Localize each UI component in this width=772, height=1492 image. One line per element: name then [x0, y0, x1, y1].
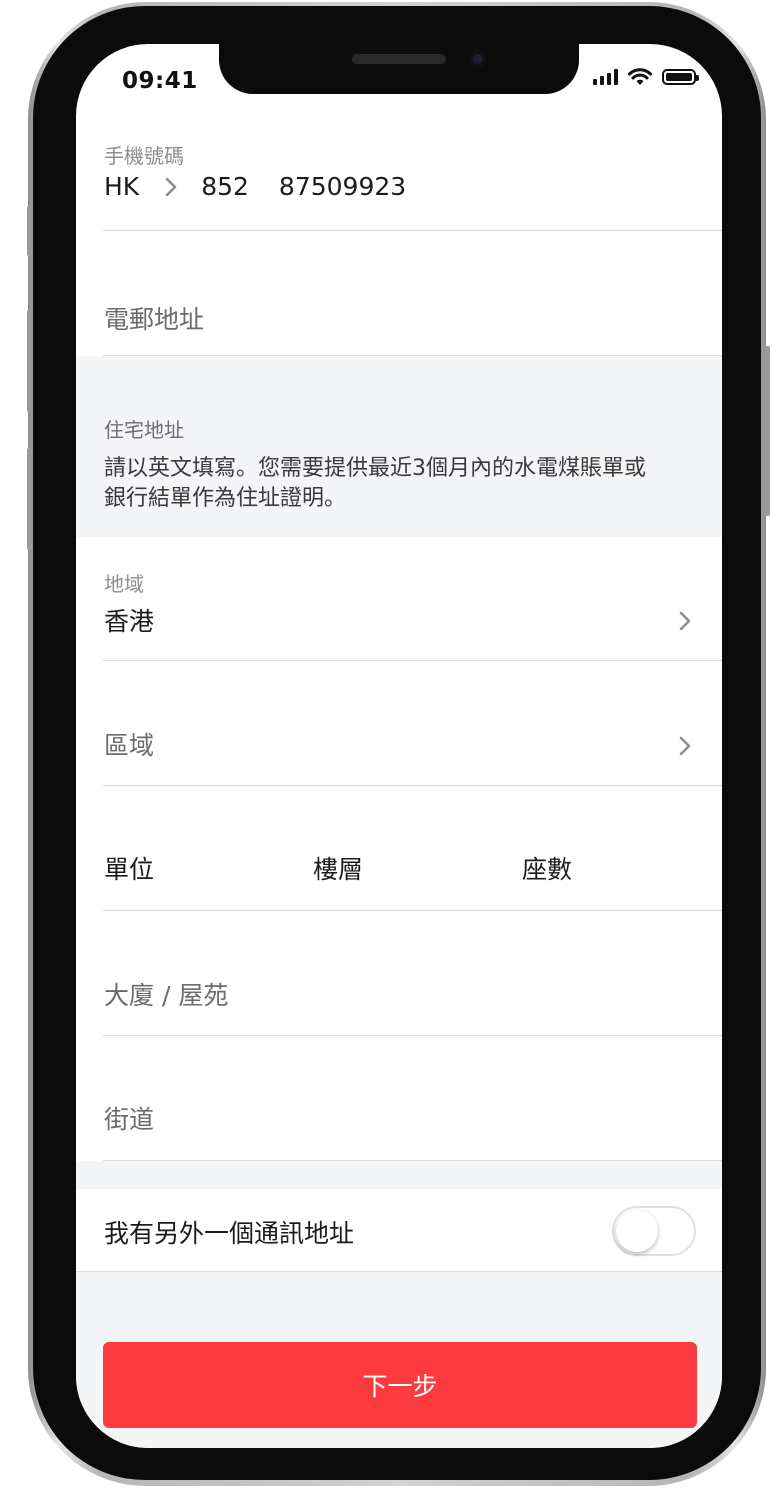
divider [103, 910, 722, 911]
country-code[interactable]: HK [104, 172, 139, 201]
address-note: 請以英文填寫。您需要提供最近3個月內的水電煤賬單或 銀行結單作為住址證明。 [104, 454, 646, 514]
volume-down-button [27, 448, 33, 550]
status-time: 09:41 [122, 68, 198, 94]
signal-icon [593, 69, 618, 85]
divider [103, 230, 722, 231]
next-button[interactable]: 下一步 [103, 1342, 697, 1428]
mute-switch [27, 206, 33, 256]
region-label: 地域 [104, 572, 144, 596]
section-spacer [76, 1161, 722, 1189]
phone-number-value[interactable]: 87509923 [279, 172, 406, 201]
chevron-right-icon[interactable] [676, 735, 694, 757]
divider [103, 785, 722, 786]
street-field[interactable]: 街道 [104, 1100, 154, 1136]
wifi-icon [628, 68, 652, 85]
address-note-line-2: 銀行結單作為住址證明。 [104, 486, 347, 511]
chevron-right-icon[interactable] [676, 610, 694, 632]
block-field[interactable]: 座數 [522, 850, 572, 886]
address-section-title: 住宅地址 [104, 418, 184, 442]
notch [219, 44, 579, 94]
speaker [352, 54, 446, 64]
screen: 手機號碼 HK 852 87509923 電郵地址 住宅地址 請以英文填寫。您需… [76, 44, 722, 1448]
chevron-right-icon [165, 177, 177, 196]
phone-number-row[interactable]: HK 852 87509923 [104, 172, 406, 201]
mailing-address-toggle[interactable] [612, 1206, 696, 1256]
address-note-line-1: 請以英文填寫。您需要提供最近3個月內的水電煤賬單或 [104, 456, 646, 481]
divider [103, 660, 722, 661]
address-section-header: 住宅地址 請以英文填寫。您需要提供最近3個月內的水電煤賬單或 銀行結單作為住址證… [76, 356, 722, 537]
district-field[interactable]: 區域 [104, 726, 154, 762]
battery-icon [662, 69, 699, 85]
form-content: 手機號碼 HK 852 87509923 電郵地址 住宅地址 請以英文填寫。您需… [76, 44, 722, 1448]
region-value[interactable]: 香港 [104, 602, 154, 638]
phone-label: 手機號碼 [104, 144, 184, 168]
camera [469, 50, 487, 68]
floor-field[interactable]: 樓層 [313, 850, 363, 886]
building-field[interactable]: 大廈 / 屋苑 [104, 976, 228, 1012]
toggle-knob [616, 1210, 658, 1252]
dial-code: 852 [201, 172, 249, 201]
unit-field[interactable]: 單位 [104, 850, 154, 886]
power-button [764, 346, 770, 516]
email-field[interactable]: 電郵地址 [104, 300, 204, 336]
mailing-address-label: 我有另外一個通訊地址 [104, 1219, 355, 1248]
divider [103, 1035, 722, 1036]
volume-up-button [27, 310, 33, 412]
status-icons [593, 68, 699, 86]
